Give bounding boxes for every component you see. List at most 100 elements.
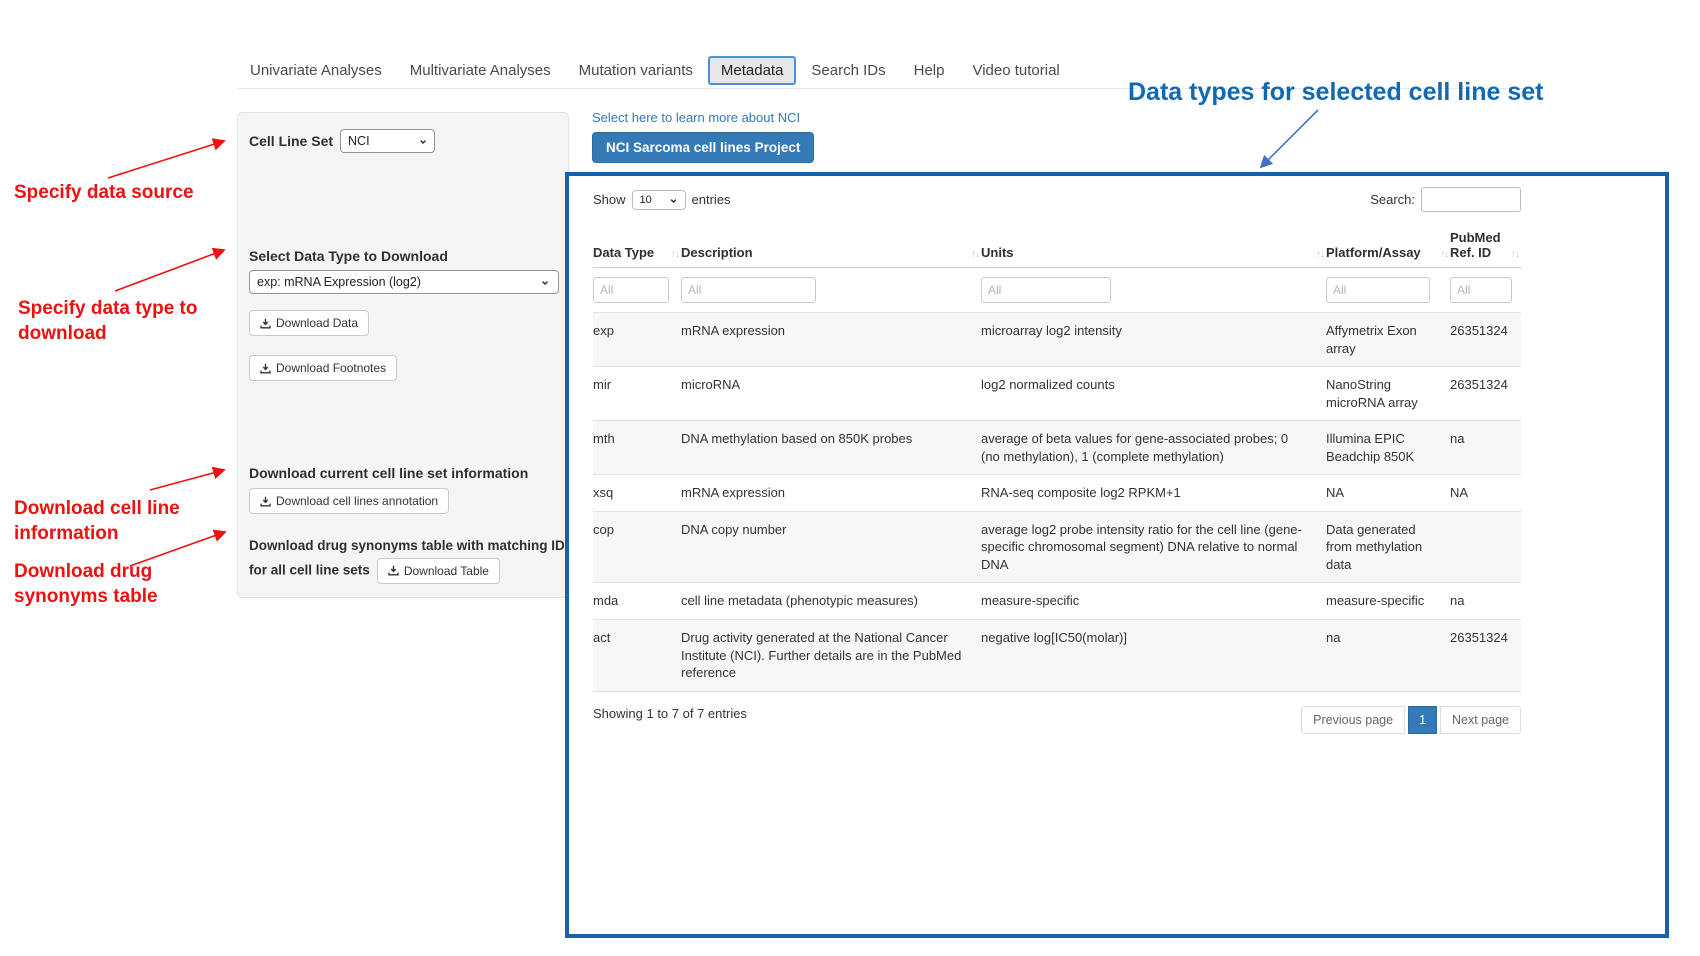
cell-pubmed-ref-id: 26351324 <box>1450 313 1521 367</box>
entries-label: entries <box>692 192 731 207</box>
tab-help[interactable]: Help <box>901 56 958 85</box>
filter-input-units[interactable] <box>981 277 1111 303</box>
table-summary: Showing 1 to 7 of 7 entries <box>593 706 747 721</box>
cell-description: mRNA expression <box>681 313 981 367</box>
cell-pubmed-ref-id <box>1450 511 1521 583</box>
tab-video-tutorial[interactable]: Video tutorial <box>959 56 1072 85</box>
drug-synonyms-heading-line1: Download drug synonyms table with matchi… <box>249 535 557 558</box>
cell-data-type: mir <box>593 367 681 421</box>
tab-mutation-variants[interactable]: Mutation variants <box>566 56 706 85</box>
cell-units: average of beta values for gene-associat… <box>981 421 1326 475</box>
cell-line-info-heading: Download current cell line set informati… <box>249 465 557 481</box>
cell-description: Drug activity generated at the National … <box>681 620 981 692</box>
download-icon <box>260 318 271 329</box>
data-type-label: Select Data Type to Download <box>249 248 557 264</box>
download-data-label: Download Data <box>276 316 358 330</box>
drug-synonyms-heading: Download drug synonyms table with matchi… <box>249 535 557 584</box>
cell-pubmed-ref-id: 26351324 <box>1450 620 1521 692</box>
tab-search-ids[interactable]: Search IDs <box>798 56 898 85</box>
cell-units: microarray log2 intensity <box>981 313 1326 367</box>
cell-data-type: mda <box>593 583 681 620</box>
cell-platform-assay: Data generated from methylation data <box>1326 511 1450 583</box>
download-footnotes-button[interactable]: Download Footnotes <box>249 355 397 381</box>
filter-input-platform-assay[interactable] <box>1326 277 1430 303</box>
cell-platform-assay: Illumina EPIC Beadchip 850K <box>1326 421 1450 475</box>
cell-units: RNA-seq composite log2 RPKM+1 <box>981 475 1326 512</box>
cell-platform-assay: NA <box>1326 475 1450 512</box>
data-types-highlight-box: Show 10 ⌄ entries Search: <box>565 172 1669 938</box>
column-label: Description <box>681 245 753 260</box>
cell-units: log2 normalized counts <box>981 367 1326 421</box>
cell-pubmed-ref-id: na <box>1450 421 1521 475</box>
filter-input-description[interactable] <box>681 277 816 303</box>
sort-icon: ↑↓ <box>671 249 679 260</box>
cell-description: cell line metadata (phenotypic measures) <box>681 583 981 620</box>
learn-more-link[interactable]: Select here to learn more about NCI <box>592 110 800 125</box>
column-header-pubmed-ref-id[interactable]: PubMed Ref. ID↑↓ <box>1450 224 1521 268</box>
sort-icon: ↑↓ <box>1440 249 1448 260</box>
column-header-description[interactable]: Description ↑↓ <box>681 224 981 268</box>
download-icon <box>388 565 399 576</box>
table-row: mda cell line metadata (phenotypic measu… <box>593 583 1521 620</box>
filter-input-pubmed-ref-id[interactable] <box>1450 277 1512 303</box>
data-type-select[interactable]: exp: mRNA Expression (log2) <box>249 270 559 294</box>
pagination: Previous page 1 Next page <box>1301 706 1521 734</box>
download-table-label: Download Table <box>404 564 489 578</box>
download-data-button[interactable]: Download Data <box>249 310 369 336</box>
cell-units: negative log[IC50(molar)] <box>981 620 1326 692</box>
table-row: mth DNA methylation based on 850K probes… <box>593 421 1521 475</box>
table-header-row: Data Type↑↓ Description↑↓ Units↑↓ Platfo… <box>593 224 1521 268</box>
current-page-button[interactable]: 1 <box>1408 706 1437 734</box>
download-table-button[interactable]: Download Table <box>377 558 500 584</box>
cell-description: mRNA expression <box>681 475 981 512</box>
cell-line-set-label: Cell Line Set <box>249 133 333 149</box>
cell-platform-assay: NanoString microRNA array <box>1326 367 1450 421</box>
cell-pubmed-ref-id: 26351324 <box>1450 367 1521 421</box>
column-filter-row <box>593 268 1521 313</box>
blue-arrow-data-types <box>1261 110 1318 167</box>
column-label: Units <box>981 245 1014 260</box>
cell-pubmed-ref-id: na <box>1450 583 1521 620</box>
cell-platform-assay: na <box>1326 620 1450 692</box>
column-header-data-type[interactable]: Data Type ↑↓ <box>593 224 681 268</box>
show-label: Show <box>593 192 626 207</box>
cell-description: DNA copy number <box>681 511 981 583</box>
nci-sarcoma-project-button[interactable]: NCI Sarcoma cell lines Project <box>592 132 814 163</box>
download-cell-lines-annotation-button[interactable]: Download cell lines annotation <box>249 488 449 514</box>
download-footnotes-label: Download Footnotes <box>276 361 386 375</box>
data-types-table-widget: Show 10 ⌄ entries Search: <box>593 187 1521 734</box>
page-size-select[interactable]: 10 <box>632 190 686 210</box>
column-label: PubMed Ref. ID <box>1450 230 1501 260</box>
tab-univariate-analyses[interactable]: Univariate Analyses <box>237 56 395 85</box>
table-row: exp mRNA expression microarray log2 inte… <box>593 313 1521 367</box>
search-input[interactable] <box>1421 187 1521 212</box>
red-arrow-specify-data-source <box>108 141 224 178</box>
filter-input-data-type[interactable] <box>593 277 669 303</box>
cell-units: average log2 probe intensity ratio for t… <box>981 511 1326 583</box>
column-header-platform-assay[interactable]: Platform/Assay↑↓ <box>1326 224 1450 268</box>
table-row: xsq mRNA expression RNA-seq composite lo… <box>593 475 1521 512</box>
cell-data-type: exp <box>593 313 681 367</box>
annotation-data-types-title: Data types for selected cell line set <box>1128 78 1543 107</box>
cell-platform-assay: measure-specific <box>1326 583 1450 620</box>
download-cell-lines-annotation-label: Download cell lines annotation <box>276 494 438 508</box>
next-page-button[interactable]: Next page <box>1440 706 1521 734</box>
tab-multivariate-analyses[interactable]: Multivariate Analyses <box>397 56 564 85</box>
cell-data-type: xsq <box>593 475 681 512</box>
cell-units: measure-specific <box>981 583 1326 620</box>
cell-description: microRNA <box>681 367 981 421</box>
previous-page-button[interactable]: Previous page <box>1301 706 1405 734</box>
cell-data-type: act <box>593 620 681 692</box>
sort-icon: ↑↓ <box>971 249 979 260</box>
cell-line-set-select[interactable]: NCI <box>340 129 435 153</box>
search-label: Search: <box>1370 192 1415 207</box>
drug-synonyms-heading-line2: for all cell line sets <box>249 563 370 578</box>
column-label: Data Type <box>593 245 654 260</box>
annotation-specify-data-source: Specify data source <box>14 181 209 206</box>
cell-description: DNA methylation based on 850K probes <box>681 421 981 475</box>
cell-pubmed-ref-id: NA <box>1450 475 1521 512</box>
cell-platform-assay: Affymetrix Exon array <box>1326 313 1450 367</box>
sidebar-panel: Cell Line Set NCI ⌄ Select Data Type to … <box>237 112 569 598</box>
tab-metadata[interactable]: Metadata <box>708 56 797 85</box>
column-header-units[interactable]: Units↑↓ <box>981 224 1326 268</box>
